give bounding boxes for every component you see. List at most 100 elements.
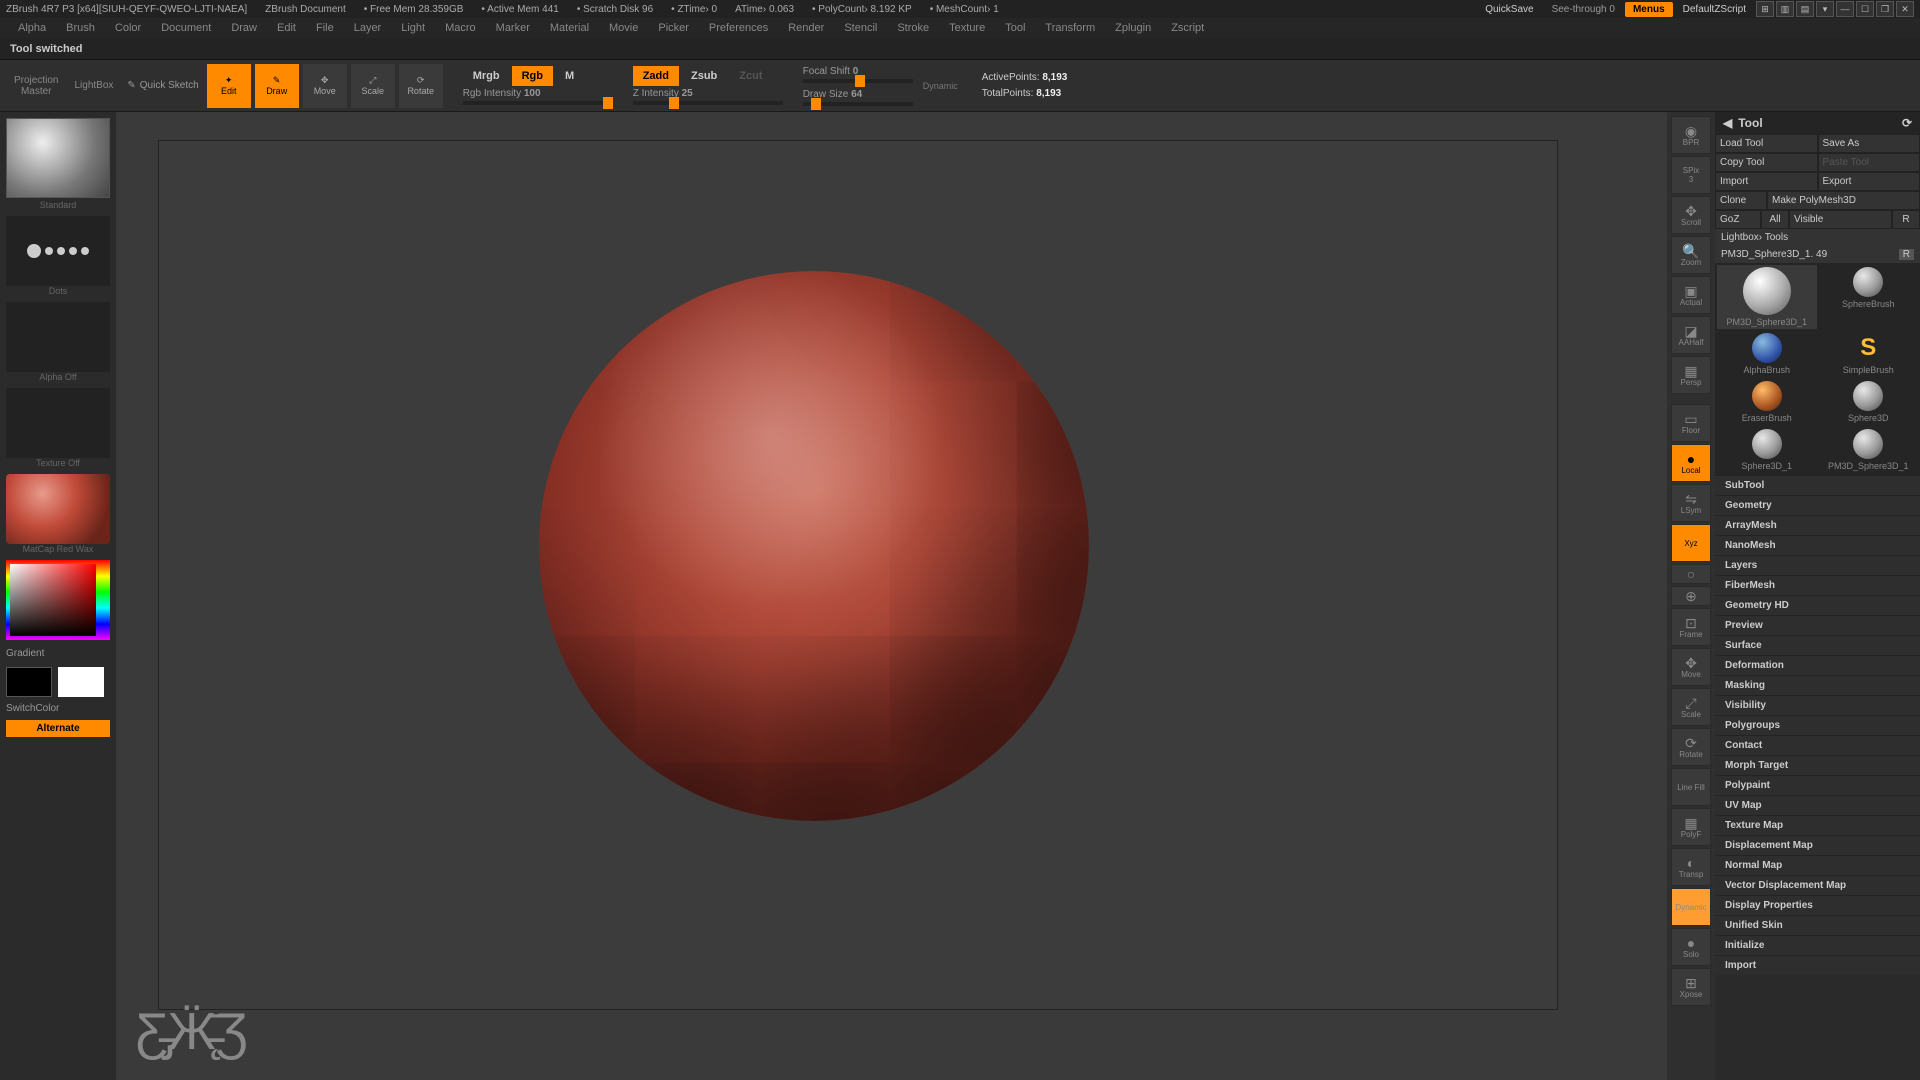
section-initialize[interactable]: Initialize [1715,935,1920,955]
spix-slider[interactable]: SPix3 [1671,156,1711,194]
load-tool-button[interactable]: Load Tool [1715,134,1818,153]
center-button[interactable]: ○ [1671,564,1711,584]
goz-button[interactable]: GoZ [1715,210,1761,229]
menu-alpha[interactable]: Alpha [8,20,56,36]
section-unifiedskin[interactable]: Unified Skin [1715,915,1920,935]
persp-button[interactable]: ▦Persp [1671,356,1711,394]
solo-button[interactable]: ●Solo [1671,928,1711,966]
scale-mode-button[interactable]: ⤢Scale [351,64,395,108]
section-masking[interactable]: Masking [1715,675,1920,695]
floor-button[interactable]: ▭Floor [1671,404,1711,442]
section-visibility[interactable]: Visibility [1715,695,1920,715]
menu-preferences[interactable]: Preferences [699,20,778,36]
menu-file[interactable]: File [306,20,344,36]
section-vectordisplacementmap[interactable]: Vector Displacement Map [1715,875,1920,895]
tool-thumb[interactable]: PM3D_Sphere3D_1 [1717,265,1817,329]
make-polymesh3d-button[interactable]: Make PolyMesh3D [1767,191,1920,210]
gradient-label[interactable]: Gradient [6,646,110,661]
canvas[interactable] [158,140,1558,1010]
default-zscript-button[interactable]: DefaultZScript [1675,3,1754,16]
dynamic-button[interactable]: Dynamic [1671,888,1711,926]
section-geometryhd[interactable]: Geometry HD [1715,595,1920,615]
menu-tool[interactable]: Tool [995,20,1035,36]
tool-thumb[interactable]: SphereBrush [1819,265,1919,329]
texture-selector[interactable] [6,388,110,458]
section-normalmap[interactable]: Normal Map [1715,855,1920,875]
close-icon[interactable]: ✕ [1896,1,1914,17]
menu-movie[interactable]: Movie [599,20,648,36]
home-icon[interactable]: Ƹ̵̡Ӝ̵̨̄Ʒ [136,1002,248,1062]
export-button[interactable]: Export [1818,172,1920,191]
focal-shift-slider[interactable]: Focal Shift 0 [803,66,913,83]
menu-stencil[interactable]: Stencil [834,20,887,36]
tool-r-button[interactable]: R [1899,249,1914,260]
tool-thumb[interactable]: EraserBrush [1717,379,1817,425]
quicksave-button[interactable]: QuickSave [1477,3,1541,16]
zoom-button[interactable]: 🔍Zoom [1671,236,1711,274]
paste-tool-button[interactable]: Paste Tool [1818,153,1920,172]
polyf-button[interactable]: ▦PolyF [1671,808,1711,846]
nav-scale-button[interactable]: ⤢Scale [1671,688,1711,726]
menu-texture[interactable]: Texture [939,20,995,36]
panel-refresh-icon[interactable]: ⟳ [1902,116,1912,130]
section-contact[interactable]: Contact [1715,735,1920,755]
section-import[interactable]: Import [1715,955,1920,975]
collapse-icon[interactable]: ▾ [1816,1,1834,17]
fit-button[interactable]: ⊕ [1671,586,1711,606]
goz-r-button[interactable]: R [1892,210,1920,229]
rotate-mode-button[interactable]: ⟳Rotate [399,64,443,108]
transp-button[interactable]: ◐Transp [1671,848,1711,886]
secondary-color-swatch[interactable] [6,667,52,697]
tool-thumb[interactable]: PM3D_Sphere3D_1 [1819,427,1919,473]
nav-rotate-button[interactable]: ⟳Rotate [1671,728,1711,766]
section-uvmap[interactable]: UV Map [1715,795,1920,815]
menu-document[interactable]: Document [151,20,221,36]
maximize-icon[interactable]: ☐ [1856,1,1874,17]
zcut-toggle[interactable]: Zcut [729,66,772,86]
lightbox-button[interactable]: LightBox [68,64,119,108]
section-displayproperties[interactable]: Display Properties [1715,895,1920,915]
draw-mode-button[interactable]: ✎Draw [255,64,299,108]
columns-icon[interactable]: ▥ [1776,1,1794,17]
edit-mode-button[interactable]: ✦Edit [207,64,251,108]
current-tool-name[interactable]: PM3D_Sphere3D_1. 49R [1715,246,1920,263]
menus-button[interactable]: Menus [1625,2,1673,17]
menu-brush[interactable]: Brush [56,20,105,36]
section-deformation[interactable]: Deformation [1715,655,1920,675]
menu-render[interactable]: Render [778,20,834,36]
save-as-button[interactable]: Save As [1818,134,1920,153]
section-polygroups[interactable]: Polygroups [1715,715,1920,735]
sphere-mesh[interactable] [539,271,1089,821]
menu-draw[interactable]: Draw [221,20,267,36]
section-surface[interactable]: Surface [1715,635,1920,655]
section-geometry[interactable]: Geometry [1715,495,1920,515]
menu-transform[interactable]: Transform [1035,20,1105,36]
aahalf-button[interactable]: ◪AAHalf [1671,316,1711,354]
restore-icon[interactable]: ❐ [1876,1,1894,17]
menu-macro[interactable]: Macro [435,20,486,36]
rows-icon[interactable]: ▤ [1796,1,1814,17]
nav-move-button[interactable]: ✥Move [1671,648,1711,686]
section-nanomesh[interactable]: NanoMesh [1715,535,1920,555]
move-mode-button[interactable]: ✥Move [303,64,347,108]
goz-visible-button[interactable]: Visible [1789,210,1892,229]
section-texturemap[interactable]: Texture Map [1715,815,1920,835]
menu-zplugin[interactable]: Zplugin [1105,20,1161,36]
menu-stroke[interactable]: Stroke [887,20,939,36]
frame-button[interactable]: ⊡Frame [1671,608,1711,646]
local-button[interactable]: ●Local [1671,444,1711,482]
copy-tool-button[interactable]: Copy Tool [1715,153,1818,172]
actual-button[interactable]: ▣Actual [1671,276,1711,314]
menu-edit[interactable]: Edit [267,20,306,36]
primary-color-swatch[interactable] [58,667,104,697]
projection-master-button[interactable]: ProjectionMaster [8,64,64,108]
scroll-button[interactable]: ✥Scroll [1671,196,1711,234]
zadd-toggle[interactable]: Zadd [633,66,679,86]
xpose-button[interactable]: ⊞Xpose [1671,968,1711,1006]
section-preview[interactable]: Preview [1715,615,1920,635]
lsym-button[interactable]: ⇋LSym [1671,484,1711,522]
zsub-toggle[interactable]: Zsub [681,66,727,86]
menu-picker[interactable]: Picker [648,20,699,36]
tool-thumb[interactable]: Sphere3D_1 [1717,427,1817,473]
rgb-toggle[interactable]: Rgb [512,66,553,86]
